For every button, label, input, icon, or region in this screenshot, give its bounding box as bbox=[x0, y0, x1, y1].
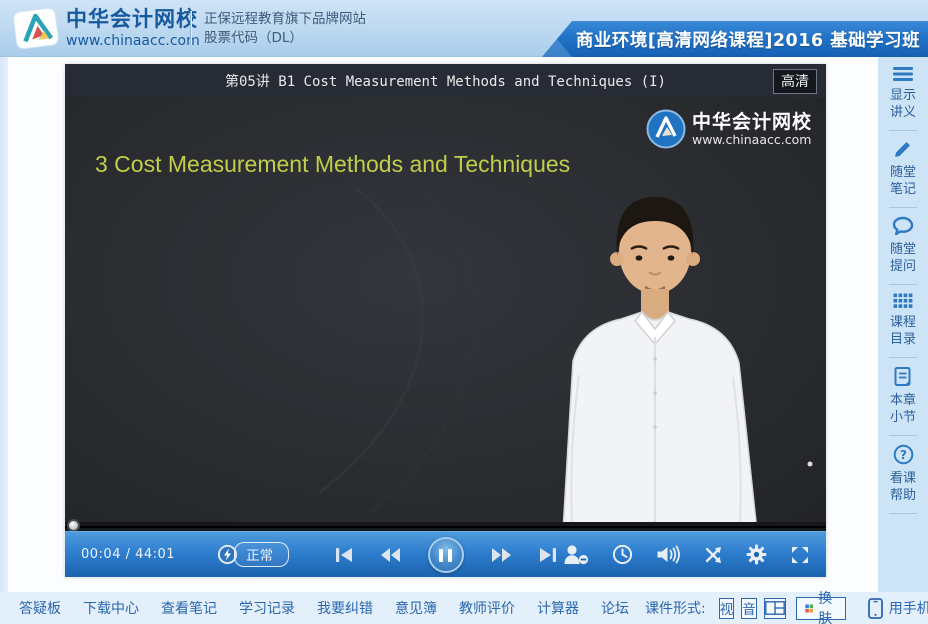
bottom-toolbar: 答疑板 下载中心 查看笔记 学习记录 我要纠错 意见簿 教师评价 计算器 论坛 … bbox=[0, 592, 928, 624]
bottom-link-download-center[interactable]: 下载中心 bbox=[83, 598, 139, 618]
settings-gear-button[interactable] bbox=[746, 544, 767, 565]
fullscreen-button[interactable] bbox=[790, 545, 810, 565]
sidebar-item-class-notes[interactable]: 随堂笔记 bbox=[888, 139, 918, 198]
sidebar-item-course-catalog[interactable]: 课程目录 bbox=[888, 293, 918, 348]
sidebar-item-show-handout[interactable]: 显示讲义 bbox=[888, 66, 918, 121]
help-icon: ? bbox=[893, 444, 914, 465]
volume-button[interactable] bbox=[656, 545, 680, 564]
sidebar-divider bbox=[889, 357, 917, 358]
sidebar-item-label: 本章小节 bbox=[888, 392, 918, 426]
sidebar-divider bbox=[889, 284, 917, 285]
video-player: 第05讲 B1 Cost Measurement Methods and Tec… bbox=[65, 64, 826, 577]
sidebar-divider bbox=[889, 435, 917, 436]
sidebar-item-label: 看课帮助 bbox=[888, 470, 918, 504]
hide-teacher-button[interactable] bbox=[563, 544, 589, 565]
bottom-link-feedback-book[interactable]: 意见簿 bbox=[395, 598, 437, 618]
bottom-link-forum[interactable]: 论坛 bbox=[601, 598, 629, 618]
format-layout-button[interactable] bbox=[764, 598, 786, 619]
right-sidebar: 显示讲义 随堂笔记 随堂提问 课程目录 bbox=[878, 57, 928, 592]
tagline-line2: 股票代码（DL） bbox=[204, 29, 366, 48]
sidebar-item-viewing-help[interactable]: ? 看课帮助 bbox=[888, 444, 918, 504]
video-title-bar: 第05讲 B1 Cost Measurement Methods and Tec… bbox=[65, 64, 826, 97]
watermark-text: 中华会计网校 www.chinaacc.com bbox=[692, 111, 812, 147]
change-skin-button[interactable]: 换肤 bbox=[796, 597, 846, 620]
sidebar-item-label: 随堂笔记 bbox=[888, 164, 918, 198]
slide-heading: 3 Cost Measurement Methods and Technique… bbox=[95, 151, 570, 178]
control-bar: 00:04 / 44:01 正常 bbox=[65, 531, 826, 577]
sidebar-item-chapter-summary[interactable]: 本章小节 bbox=[888, 366, 918, 426]
layout-format-icon bbox=[765, 601, 785, 615]
bottom-link-qa-board[interactable]: 答疑板 bbox=[19, 598, 61, 618]
progress-thumb[interactable] bbox=[67, 519, 80, 531]
format-video-button[interactable]: 视 bbox=[719, 598, 735, 619]
header-tagline: 正保远程教育旗下品牌网站 股票代码（DL） bbox=[204, 10, 366, 48]
skin-palette-icon bbox=[805, 602, 814, 615]
lecture-title: 第05讲 B1 Cost Measurement Methods and Tec… bbox=[225, 71, 666, 91]
sidebar-item-label: 显示讲义 bbox=[888, 87, 918, 121]
brand-name: 中华会计网校 bbox=[66, 7, 200, 32]
rewind-button[interactable] bbox=[380, 547, 401, 563]
crossed-arrows-button[interactable] bbox=[703, 545, 723, 565]
bottom-link-view-notes[interactable]: 查看笔记 bbox=[161, 598, 217, 618]
timer-clock-button[interactable] bbox=[612, 544, 633, 565]
phone-icon bbox=[868, 598, 883, 619]
brand-logo-icon[interactable] bbox=[10, 6, 62, 56]
watermark-logo-icon bbox=[646, 109, 686, 149]
course-banner-ribbon: 商业环境[高清网络课程]2016 基础学习班 bbox=[542, 21, 928, 57]
progress-track[interactable] bbox=[65, 526, 826, 528]
previous-track-button[interactable] bbox=[335, 547, 353, 563]
progress-bar[interactable] bbox=[65, 522, 826, 531]
watch-on-mobile-link[interactable]: 用手机看 bbox=[868, 598, 928, 619]
menu-icon bbox=[892, 66, 914, 82]
sidebar-divider bbox=[889, 207, 917, 208]
bottom-link-teacher-rating[interactable]: 教师评价 bbox=[459, 598, 515, 618]
header-divider bbox=[190, 11, 191, 45]
tagline-line1: 正保远程教育旗下品牌网站 bbox=[204, 10, 366, 29]
brand-url: www.chinaacc.com bbox=[66, 32, 200, 50]
time-display: 00:04 / 44:01 bbox=[81, 547, 175, 562]
watermark-url: www.chinaacc.com bbox=[692, 133, 812, 147]
skin-label: 换肤 bbox=[818, 588, 836, 624]
brand-block: 中华会计网校 www.chinaacc.com bbox=[66, 7, 200, 50]
transport-controls bbox=[335, 532, 557, 578]
svg-text:?: ? bbox=[900, 448, 907, 462]
course-banner-text: 商业环境[高清网络课程]2016 基础学习班 bbox=[576, 27, 920, 52]
sidebar-divider bbox=[889, 130, 917, 131]
sidebar-divider bbox=[889, 513, 917, 514]
pause-button[interactable] bbox=[428, 537, 464, 573]
next-track-button[interactable] bbox=[539, 547, 557, 563]
pencil-icon bbox=[893, 139, 913, 159]
hd-quality-badge[interactable]: 高清 bbox=[773, 69, 817, 94]
bottom-link-report-error[interactable]: 我要纠错 bbox=[317, 598, 373, 618]
sidebar-item-ask-question[interactable]: 随堂提问 bbox=[888, 216, 918, 275]
video-watermark: 中华会计网校 www.chinaacc.com bbox=[646, 109, 812, 149]
bottom-link-study-record[interactable]: 学习记录 bbox=[239, 598, 295, 618]
playback-speed-control[interactable]: 正常 bbox=[217, 542, 289, 567]
watermark-name: 中华会计网校 bbox=[692, 111, 812, 133]
page: 中华会计网校 www.chinaacc.com 正保远程教育旗下品牌网站 股票代… bbox=[0, 0, 928, 624]
grid-icon bbox=[893, 293, 913, 309]
bottom-link-calculator[interactable]: 计算器 bbox=[537, 598, 579, 618]
fast-forward-button[interactable] bbox=[491, 547, 512, 563]
chat-icon bbox=[892, 216, 914, 236]
courseware-format-label: 课件形式: bbox=[645, 598, 706, 618]
top-header: 中华会计网校 www.chinaacc.com 正保远程教育旗下品牌网站 股票代… bbox=[0, 0, 928, 57]
mobile-label: 用手机看 bbox=[889, 598, 928, 618]
speed-label: 正常 bbox=[234, 542, 289, 567]
format-audio-button[interactable]: 音 bbox=[741, 598, 757, 619]
document-icon bbox=[893, 366, 913, 387]
sidebar-item-label: 课程目录 bbox=[888, 314, 918, 348]
video-surface[interactable]: 3 Cost Measurement Methods and Technique… bbox=[65, 97, 826, 531]
control-bar-right-icons bbox=[563, 544, 810, 565]
sidebar-item-label: 随堂提问 bbox=[888, 241, 918, 275]
